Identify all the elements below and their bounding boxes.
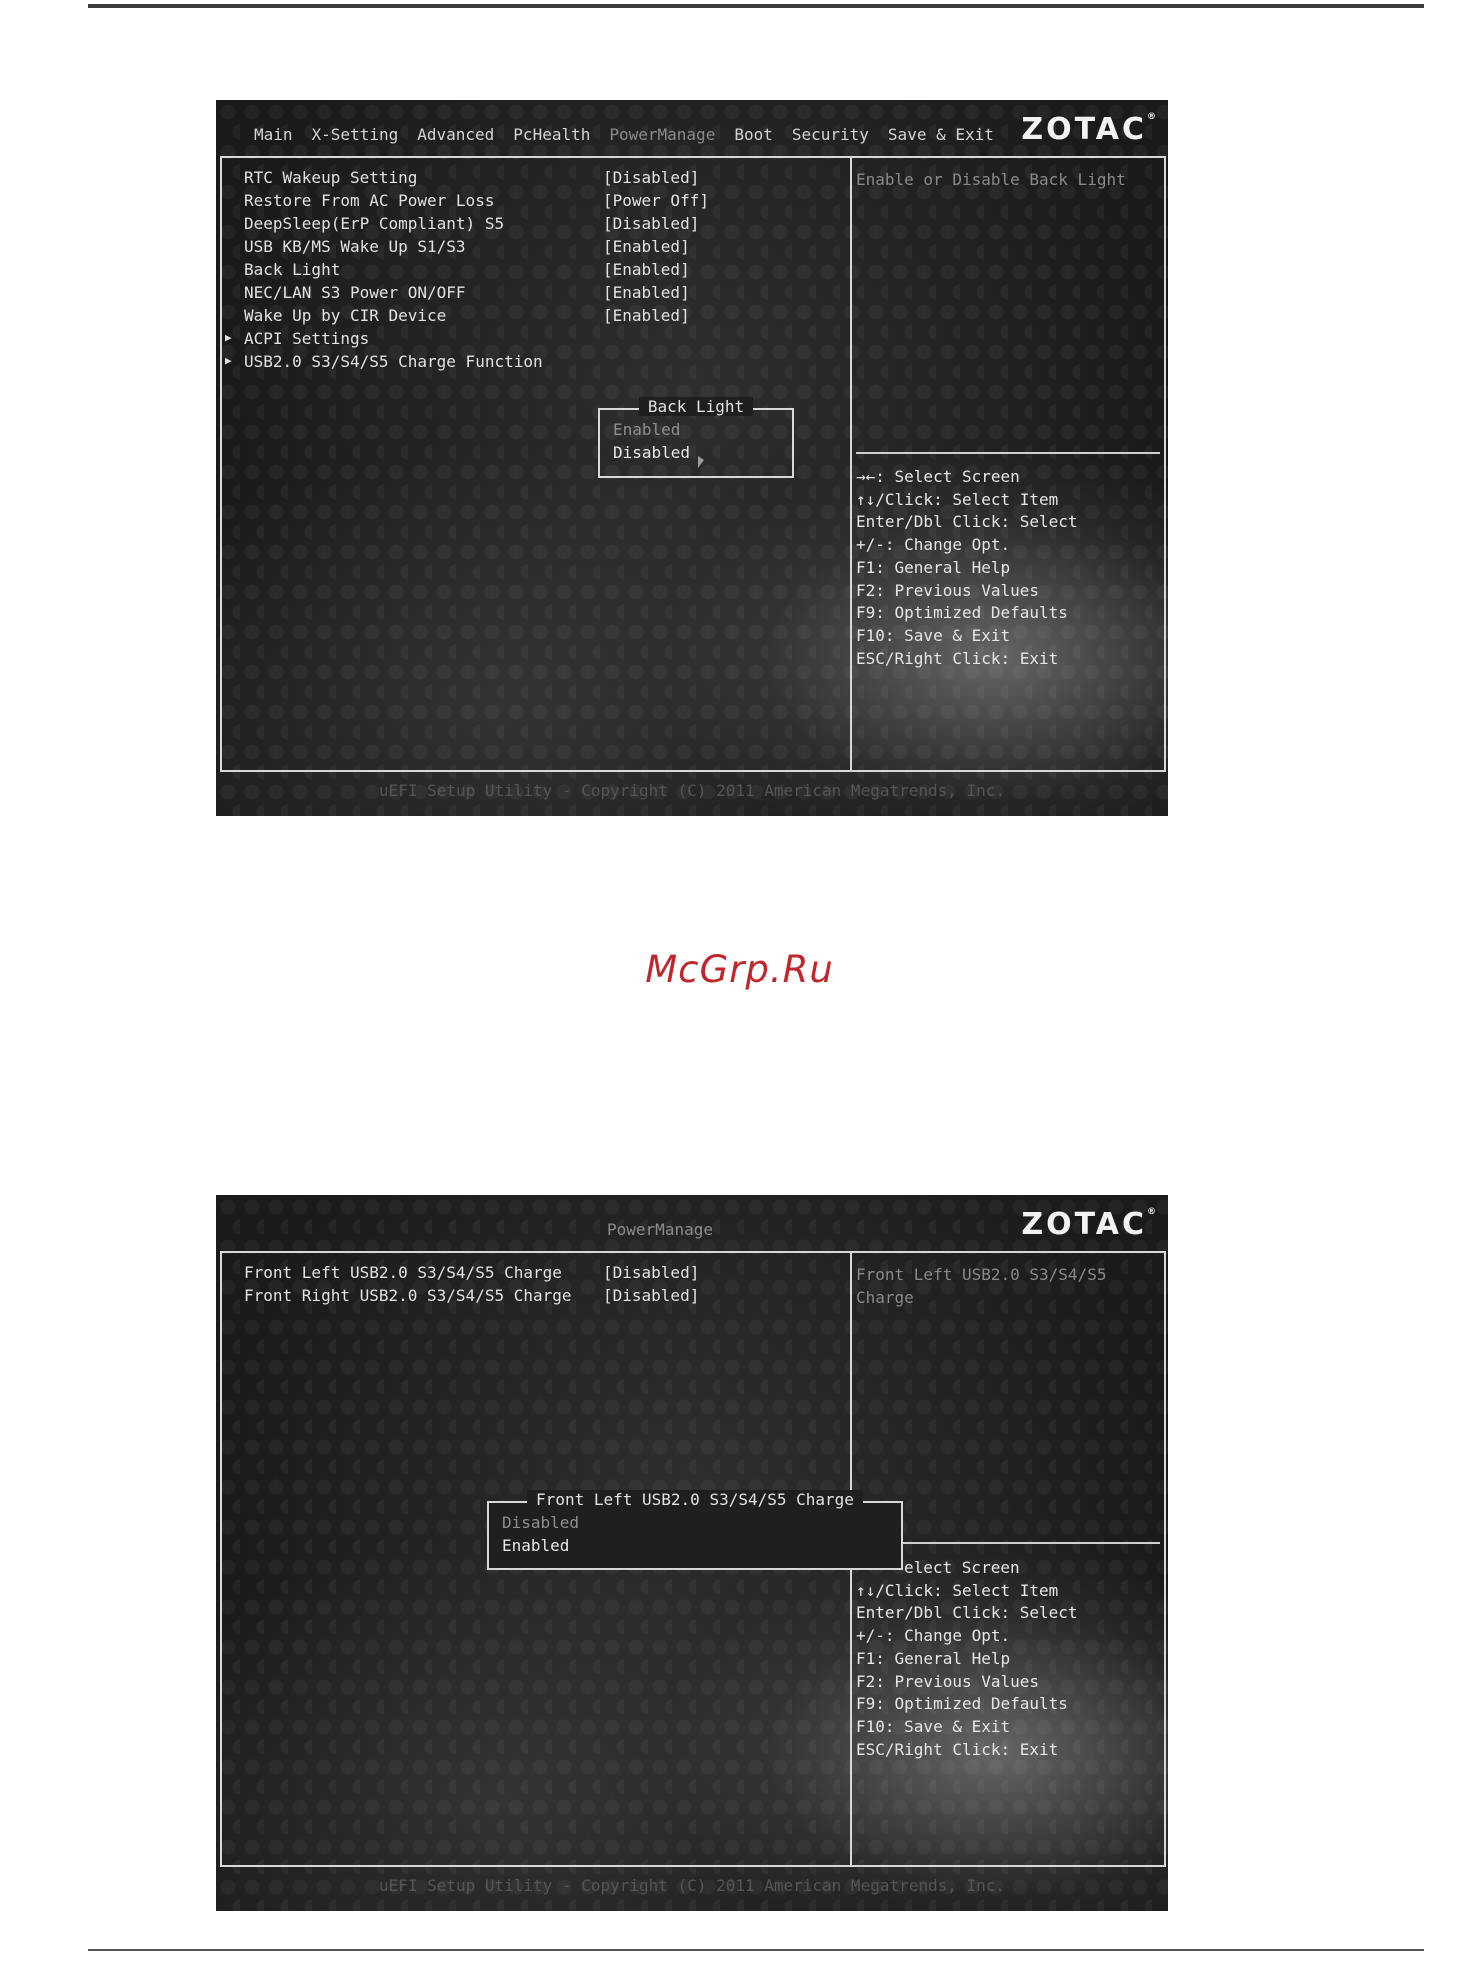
key-select: Enter/Dbl Click: Select (856, 512, 1078, 532)
key-select-item: ↑↓/Click: Select Item (856, 489, 1059, 509)
setting-label: Front Left USB2.0 S3/S4/S5 Charge (244, 1263, 562, 1282)
setting-back-light[interactable]: Back Light [Enabled] (244, 260, 690, 279)
setting-label: USB KB/MS Wake Up S1/S3 (244, 237, 466, 256)
setting-front-left-usb-charge[interactable]: Front Left USB2.0 S3/S4/S5 Charge [Disab… (244, 1263, 699, 1282)
key-save-exit: F10: Save & Exit (856, 625, 1011, 645)
setting-value[interactable]: [Enabled] (603, 283, 690, 302)
zotac-logo: ZOTAC® (1021, 112, 1156, 147)
key-optimized-defaults: F9: Optimized Defaults (856, 1694, 1068, 1714)
help-description: Enable or Disable Back Light (856, 170, 1126, 189)
key-general-help: F1: General Help (856, 557, 1011, 577)
submenu-label: ACPI Settings (244, 329, 370, 348)
key-save-exit: F10: Save & Exit (856, 1716, 1011, 1736)
bios-screen-power-manage: Main X-Setting Advanced PcHealth PowerMa… (216, 100, 1168, 816)
setting-label: DeepSleep(ErP Compliant) S5 (244, 214, 505, 233)
front-left-usb-charge-popup: Front Left USB2.0 S3/S4/S5 Charge Disabl… (487, 1490, 903, 1570)
setting-label: NEC/LAN S3 Power ON/OFF (244, 283, 466, 302)
copyright-footer: uEFI Setup Utility - Copyright (C) 2011 … (378, 1876, 1006, 1895)
key-exit: ESC/Right Click: Exit (856, 648, 1059, 668)
key-general-help: F1: General Help (856, 1648, 1011, 1668)
setting-value[interactable]: [Disabled] (603, 214, 699, 233)
setting-label: Front Right USB2.0 S3/S4/S5 Charge (244, 1286, 572, 1305)
popup-option-enabled[interactable]: Enabled (613, 420, 680, 439)
setting-nec-lan-s3[interactable]: NEC/LAN S3 Power ON/OFF [Enabled] (244, 283, 690, 302)
setting-value[interactable]: [Disabled] (603, 1263, 699, 1282)
setting-usb-kbms-wake[interactable]: USB KB/MS Wake Up S1/S3 [Enabled] (244, 237, 690, 256)
setting-label: Wake Up by CIR Device (244, 306, 447, 325)
tab-boot[interactable]: Boot (734, 125, 773, 144)
submenu-acpi-settings[interactable]: ACPI Settings (225, 329, 370, 348)
setting-value[interactable]: [Enabled] (603, 306, 690, 325)
key-exit: ESC/Right Click: Exit (856, 1739, 1059, 1759)
help-description: Front Left USB2.0 S3/S4/S5 Charge (856, 1265, 1107, 1307)
setting-label: Back Light (244, 260, 341, 279)
top-rule (88, 4, 1424, 8)
setting-value[interactable]: [Disabled] (603, 168, 699, 187)
setting-rtc-wakeup[interactable]: RTC Wakeup Setting [Disabled] (244, 168, 699, 187)
bottom-rule (88, 1949, 1424, 1951)
submenu-label: USB2.0 S3/S4/S5 Charge Function (244, 352, 543, 371)
setting-value[interactable]: [Power Off] (603, 191, 709, 210)
key-legend: elect Screen ↑↓/Click: Select Item Enter… (856, 1557, 1078, 1761)
key-legend: →←: Select Screen ↑↓/Click: Select Item … (856, 466, 1078, 670)
setting-value[interactable]: [Disabled] (603, 1286, 699, 1305)
key-optimized-defaults: F9: Optimized Defaults (856, 603, 1068, 623)
tab-save-exit[interactable]: Save & Exit (888, 125, 994, 144)
setting-value[interactable]: [Enabled] (603, 237, 690, 256)
setting-value[interactable]: [Enabled] (603, 260, 690, 279)
key-select-screen: →←: Select Screen (856, 467, 1020, 486)
key-change-opt: +/-: Change Opt. (856, 535, 1011, 555)
key-change-opt: +/-: Change Opt. (856, 1626, 1011, 1646)
tab-advanced[interactable]: Advanced (417, 125, 494, 144)
zotac-logo: ZOTAC® (1021, 1207, 1156, 1242)
key-select-item: ↑↓/Click: Select Item (856, 1580, 1059, 1600)
tab-powermanage[interactable]: PowerManage (609, 125, 715, 144)
setting-wake-up-cir[interactable]: Wake Up by CIR Device [Enabled] (244, 306, 690, 325)
popup-title: Front Left USB2.0 S3/S4/S5 Charge (527, 1490, 863, 1509)
back-light-popup: Back Light Enabled Disabled (598, 397, 794, 478)
setting-label: Restore From AC Power Loss (244, 191, 495, 210)
mouse-cursor-icon (698, 456, 704, 468)
setting-deepsleep-erp[interactable]: DeepSleep(ErP Compliant) S5 [Disabled] (244, 214, 699, 233)
tab-x-setting[interactable]: X-Setting (312, 125, 399, 144)
setting-front-right-usb-charge[interactable]: Front Right USB2.0 S3/S4/S5 Charge [Disa… (244, 1286, 699, 1305)
tab-bar: Main X-Setting Advanced PcHealth PowerMa… (254, 125, 1013, 144)
popup-option-disabled[interactable]: Disabled (613, 443, 690, 462)
setting-restore-ac-power-loss[interactable]: Restore From AC Power Loss [Power Off] (244, 191, 709, 210)
popup-option-enabled[interactable]: Enabled (502, 1536, 569, 1555)
popup-title: Back Light (638, 397, 754, 416)
popup-option-disabled[interactable]: Disabled (502, 1513, 579, 1532)
bios-screen-usb-charge: PowerManage ZOTAC® Front Left USB2.0 S3/… (216, 1195, 1168, 1911)
watermark-text: McGrp.Ru (645, 948, 834, 991)
tab-pchealth[interactable]: PcHealth (513, 125, 590, 144)
submenu-usb-charge-function[interactable]: USB2.0 S3/S4/S5 Charge Function (225, 352, 543, 371)
screen-title: PowerManage (607, 1220, 713, 1239)
key-previous-values: F2: Previous Values (856, 580, 1040, 600)
setting-label: RTC Wakeup Setting (244, 168, 418, 187)
help-panel (850, 156, 1166, 772)
key-select: Enter/Dbl Click: Select (856, 1603, 1078, 1623)
copyright-footer: uEFI Setup Utility - Copyright (C) 2011 … (378, 781, 1006, 800)
key-previous-values: F2: Previous Values (856, 1671, 1040, 1691)
tab-main[interactable]: Main (254, 125, 293, 144)
tab-security[interactable]: Security (792, 125, 869, 144)
help-divider (856, 452, 1160, 454)
